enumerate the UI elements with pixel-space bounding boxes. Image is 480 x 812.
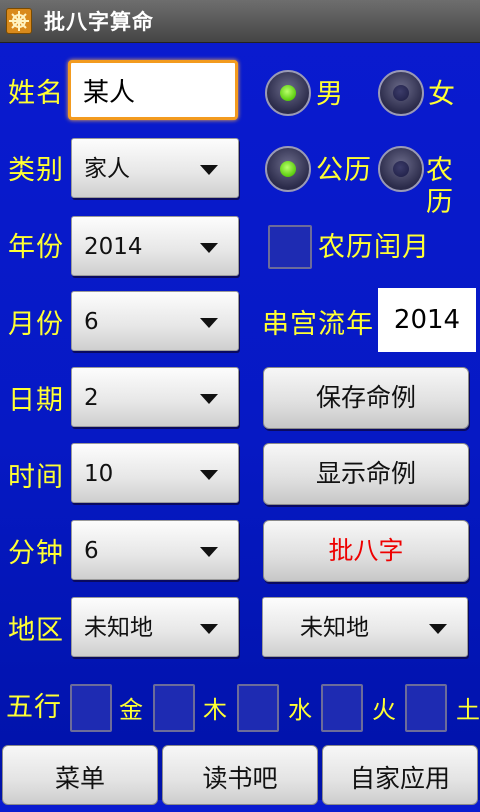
hour-value: 10: [84, 461, 114, 487]
wuxing-water-checkbox[interactable]: [237, 684, 279, 732]
month-label: 月份: [8, 309, 64, 340]
region-spinner[interactable]: 未知地: [71, 597, 239, 657]
category-value: 家人: [84, 156, 130, 182]
wuxing-label: 五行: [6, 692, 62, 723]
region2-value: 未知地: [300, 615, 369, 641]
app-title: 批八字算命: [44, 10, 154, 34]
name-label: 姓名: [8, 78, 64, 109]
dropdown-arrow-icon: [200, 394, 218, 404]
dropdown-arrow-icon: [200, 547, 218, 557]
month-spinner[interactable]: 6: [71, 291, 239, 351]
lunar-radio[interactable]: [378, 146, 424, 192]
ship-wheel-icon: [6, 8, 32, 34]
category-label: 类别: [8, 155, 64, 186]
hour-spinner[interactable]: 10: [71, 443, 239, 503]
dropdown-arrow-icon: [200, 165, 218, 175]
wuxing-wood-checkbox[interactable]: [153, 684, 195, 732]
wuxing-fire-checkbox[interactable]: [321, 684, 363, 732]
minute-spinner[interactable]: 6: [71, 520, 239, 580]
wuxing-metal-checkbox[interactable]: [70, 684, 112, 732]
lunar-label: 农历: [426, 155, 454, 218]
lunar-radio-dot: [393, 161, 409, 177]
calc-bazi-button[interactable]: 批八字: [263, 520, 469, 582]
dropdown-arrow-icon: [200, 318, 218, 328]
minute-label: 分钟: [8, 538, 64, 569]
flow-year-input[interactable]: 2014: [378, 288, 476, 352]
month-value: 6: [84, 309, 99, 335]
show-case-button[interactable]: 显示命例: [263, 443, 469, 505]
year-spinner[interactable]: 2014: [71, 216, 239, 276]
solar-radio-dot: [280, 161, 296, 177]
own-apps-button[interactable]: 自家应用: [322, 745, 478, 805]
region-label: 地区: [8, 615, 64, 646]
female-radio-dot: [393, 85, 409, 101]
year-label: 年份: [8, 232, 64, 263]
female-label: 女: [428, 79, 456, 110]
leap-month-label: 农历闰月: [318, 232, 430, 263]
day-spinner[interactable]: 2: [71, 367, 239, 427]
male-label: 男: [316, 79, 344, 110]
wuxing-fire-label: 火: [372, 696, 396, 724]
leap-month-checkbox[interactable]: [268, 225, 312, 269]
read-book-button[interactable]: 读书吧: [162, 745, 318, 805]
wuxing-earth-label: 土: [456, 696, 480, 724]
wuxing-wood-label: 木: [203, 696, 227, 724]
female-radio[interactable]: [378, 70, 424, 116]
solar-label: 公历: [316, 155, 372, 186]
name-input[interactable]: 某人: [68, 60, 238, 120]
dropdown-arrow-icon: [200, 243, 218, 253]
male-radio[interactable]: [265, 70, 311, 116]
wuxing-metal-label: 金: [119, 696, 143, 724]
region2-spinner[interactable]: 未知地: [262, 597, 468, 657]
title-bar: 批八字算命: [0, 0, 480, 43]
solar-radio[interactable]: [265, 146, 311, 192]
male-radio-dot: [280, 85, 296, 101]
hour-label: 时间: [8, 462, 64, 493]
day-value: 2: [84, 385, 99, 411]
dropdown-arrow-icon: [200, 470, 218, 480]
dropdown-arrow-icon: [200, 624, 218, 634]
minute-value: 6: [84, 538, 99, 564]
menu-button[interactable]: 菜单: [2, 745, 158, 805]
save-case-button[interactable]: 保存命例: [263, 367, 469, 429]
region-value: 未知地: [84, 615, 153, 641]
wuxing-earth-checkbox[interactable]: [405, 684, 447, 732]
day-label: 日期: [8, 385, 64, 416]
flow-year-label: 串宫流年: [262, 309, 374, 340]
category-spinner[interactable]: 家人: [71, 138, 239, 198]
dropdown-arrow-icon: [429, 624, 447, 634]
year-value: 2014: [84, 234, 143, 260]
wuxing-water-label: 水: [288, 696, 312, 724]
